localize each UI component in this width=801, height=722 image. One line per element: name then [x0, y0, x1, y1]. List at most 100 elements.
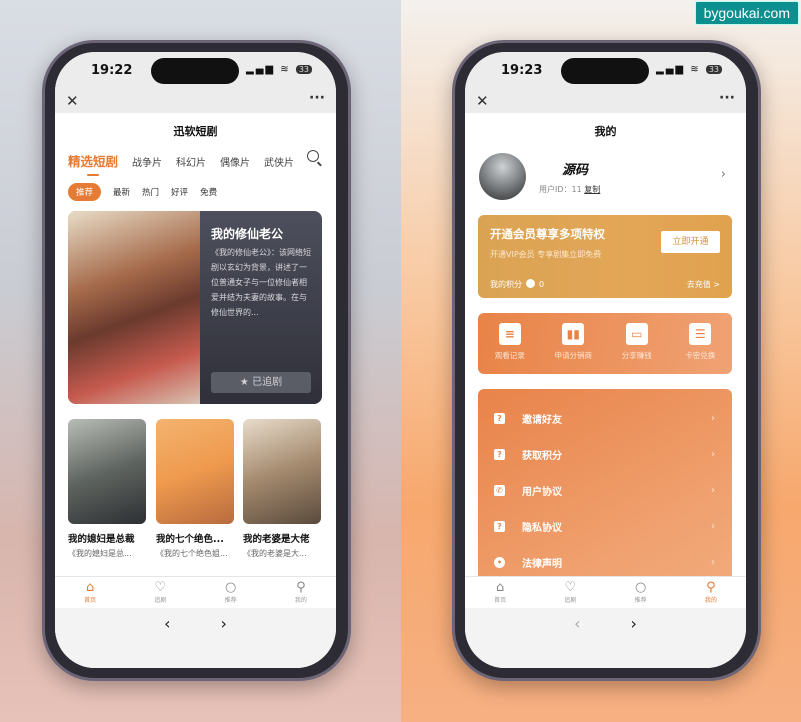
user-id: 用户ID：11 复制 [539, 185, 601, 194]
tab-wuxia[interactable]: 武侠片 [264, 154, 294, 169]
tabbar-recommend[interactable]: ○ 推荐 [196, 577, 266, 608]
page-title: 迅软短剧 [173, 125, 218, 138]
browser-nav-bar: ‹ › [55, 608, 336, 668]
back-icon[interactable]: ‹ [574, 614, 580, 668]
chart-icon: ▮▮ [562, 323, 585, 345]
drama-title: 我的七个绝色... [156, 534, 224, 545]
tabbar-mine[interactable]: ⚲ 我的 [266, 577, 336, 608]
drama-poster [243, 419, 321, 524]
help-icon: ? [494, 448, 505, 460]
tab-scifi[interactable]: 科幻片 [176, 154, 206, 169]
filter-hot[interactable]: 热门 [142, 186, 159, 198]
recharge-link[interactable]: 去充值 > [687, 279, 720, 290]
profile-screen: 19:23 ▂▄▆ ≋ 33 ✕ ··· 我的 源码 用户ID：11 复制 › … [465, 52, 746, 668]
close-icon[interactable]: ✕ [476, 92, 489, 110]
wallet-icon: ▭ [625, 323, 648, 345]
tabbar-home[interactable]: ⌂ 首页 [55, 577, 125, 608]
search-icon: ○ [634, 580, 647, 595]
status-time: 19:23 [501, 63, 543, 78]
drama-card[interactable]: 我的七个绝色... 《我的七个绝色姐... [156, 419, 234, 559]
menu-points[interactable]: ? 获取积分 › [478, 444, 732, 464]
forward-icon[interactable]: › [221, 614, 227, 668]
drama-title: 我的媳妇是总裁 [68, 534, 135, 545]
home-icon: ⌂ [85, 580, 95, 595]
vip-card: 开通会员尊享多项特权 开通VIP会员 专享剧集立即免费 立即开通 我的积分 0 去… [478, 215, 732, 298]
dynamic-island [561, 58, 649, 84]
drama-subtitle: 《我的老婆是大... [243, 549, 307, 558]
tabbar-follow[interactable]: ♡ 追剧 [125, 577, 195, 608]
dynamic-island [151, 58, 239, 84]
menu-user-agreement[interactable]: ✆ 用户协议 › [478, 480, 732, 500]
menu-legal[interactable]: • 法律声明 › [478, 552, 732, 572]
settings-menu: ? 邀请好友 › ? 获取积分 › ✆ 用户协议 › ? 隐私协议 › • 法律声明 › [478, 389, 732, 589]
user-name: 源码 [562, 163, 589, 178]
shortcut-redeem[interactable]: ☰ 卡密兑换 [670, 323, 730, 374]
chevron-right-icon[interactable]: › [721, 167, 726, 182]
home-screen: 19:22 ▂▄▆ ≋ 33 ✕ ··· 迅软短剧 精选短剧 战争片 科幻片 偶… [55, 52, 336, 668]
close-icon[interactable]: ✕ [66, 92, 79, 110]
drama-card[interactable]: 我的老婆是大佬 《我的老婆是大... [243, 419, 321, 559]
shortcut-distributor[interactable]: ▮▮ 申请分销商 [543, 323, 603, 374]
user-icon: ⚲ [296, 580, 306, 595]
drama-subtitle: 《我的七个绝色姐... [156, 549, 228, 558]
clipboard-icon: ☰ [689, 323, 712, 345]
browser-nav-bar: ‹ › [465, 608, 746, 668]
battery-icon: 33 [705, 65, 722, 74]
back-icon[interactable]: ‹ [164, 614, 170, 668]
bottom-tab-bar: ⌂ 首页 ♡ 追剧 ○ 推荐 ⚲ 我的 [55, 576, 336, 608]
featured-poster [68, 211, 200, 404]
vip-subtitle: 开通VIP会员 专享剧集立即免费 [490, 250, 602, 259]
tab-war[interactable]: 战争片 [132, 154, 162, 169]
copy-link[interactable]: 复制 [584, 185, 600, 194]
phone-icon: ✆ [494, 484, 505, 496]
filter-rated[interactable]: 好评 [171, 186, 188, 198]
menu-privacy[interactable]: ? 隐私协议 › [478, 516, 732, 536]
search-icon[interactable] [307, 150, 319, 162]
chevron-right-icon: › [711, 412, 715, 424]
shortcut-grid: ≡ 观看记录 ▮▮ 申请分销商 ▭ 分享赚钱 ☰ 卡密兑换 [478, 313, 732, 374]
tabbar-recommend[interactable]: ○ 推荐 [606, 577, 676, 608]
featured-card[interactable]: 我的修仙老公 《我的修仙老公》：该网络短剧以玄幻为背景，讲述了一位普通女子与一位… [68, 211, 322, 404]
user-icon: ⚲ [706, 580, 716, 595]
drama-poster [156, 419, 234, 524]
filter-free[interactable]: 免费 [200, 186, 217, 198]
filter-tabs: 推荐 最新 热门 好评 免费 [68, 183, 217, 201]
category-tabs: 精选短剧 战争片 科幻片 偶像片 武侠片 [68, 151, 294, 176]
filter-latest[interactable]: 最新 [113, 186, 130, 198]
tabbar-follow[interactable]: ♡ 追剧 [535, 577, 605, 608]
more-icon[interactable]: ··· [309, 90, 325, 106]
history-icon: ≡ [498, 323, 521, 345]
heart-icon: ♡ [564, 580, 577, 595]
home-icon: ⌂ [495, 580, 505, 595]
chevron-right-icon: › [711, 484, 715, 496]
open-vip-button[interactable]: 立即开通 [661, 231, 720, 253]
shortcut-history[interactable]: ≡ 观看记录 [480, 323, 540, 374]
status-icons: ▂▄▆ ≋ 33 [656, 64, 722, 75]
drama-title: 我的老婆是大佬 [243, 534, 310, 545]
forward-icon[interactable]: › [631, 614, 637, 668]
help-icon: ? [494, 412, 505, 424]
search-icon: ○ [224, 580, 237, 595]
drama-poster [68, 419, 146, 524]
tabbar-home[interactable]: ⌂ 首页 [465, 577, 535, 608]
status-icons: ▂▄▆ ≋ 33 [246, 64, 312, 75]
bottom-tab-bar: ⌂ 首页 ♡ 追剧 ○ 推荐 ⚲ 我的 [465, 576, 746, 608]
menu-invite[interactable]: ? 邀请好友 › [478, 408, 732, 428]
coin-icon [526, 279, 535, 288]
more-icon[interactable]: ··· [719, 90, 735, 106]
drama-card[interactable]: 我的媳妇是总裁 《我的媳妇是总... [68, 419, 146, 559]
bulb-icon: • [494, 556, 505, 568]
tab-idol[interactable]: 偶像片 [220, 154, 250, 169]
watermark: bygoukai.com [694, 1, 799, 25]
help-icon: ? [494, 520, 505, 532]
follow-button[interactable]: ★ 已追剧 [211, 372, 311, 393]
heart-icon: ♡ [154, 580, 167, 595]
tab-featured[interactable]: 精选短剧 [68, 151, 118, 176]
filter-recommend[interactable]: 推荐 [68, 183, 102, 201]
featured-title: 我的修仙老公 [211, 227, 284, 241]
featured-description: 《我的修仙老公》：该网络短剧以玄幻为背景，讲述了一位普通女子与一位修仙者相爱并结… [211, 248, 311, 317]
avatar[interactable] [479, 153, 526, 200]
tabbar-mine[interactable]: ⚲ 我的 [676, 577, 746, 608]
status-time: 19:22 [91, 63, 133, 78]
shortcut-share[interactable]: ▭ 分享赚钱 [607, 323, 667, 374]
